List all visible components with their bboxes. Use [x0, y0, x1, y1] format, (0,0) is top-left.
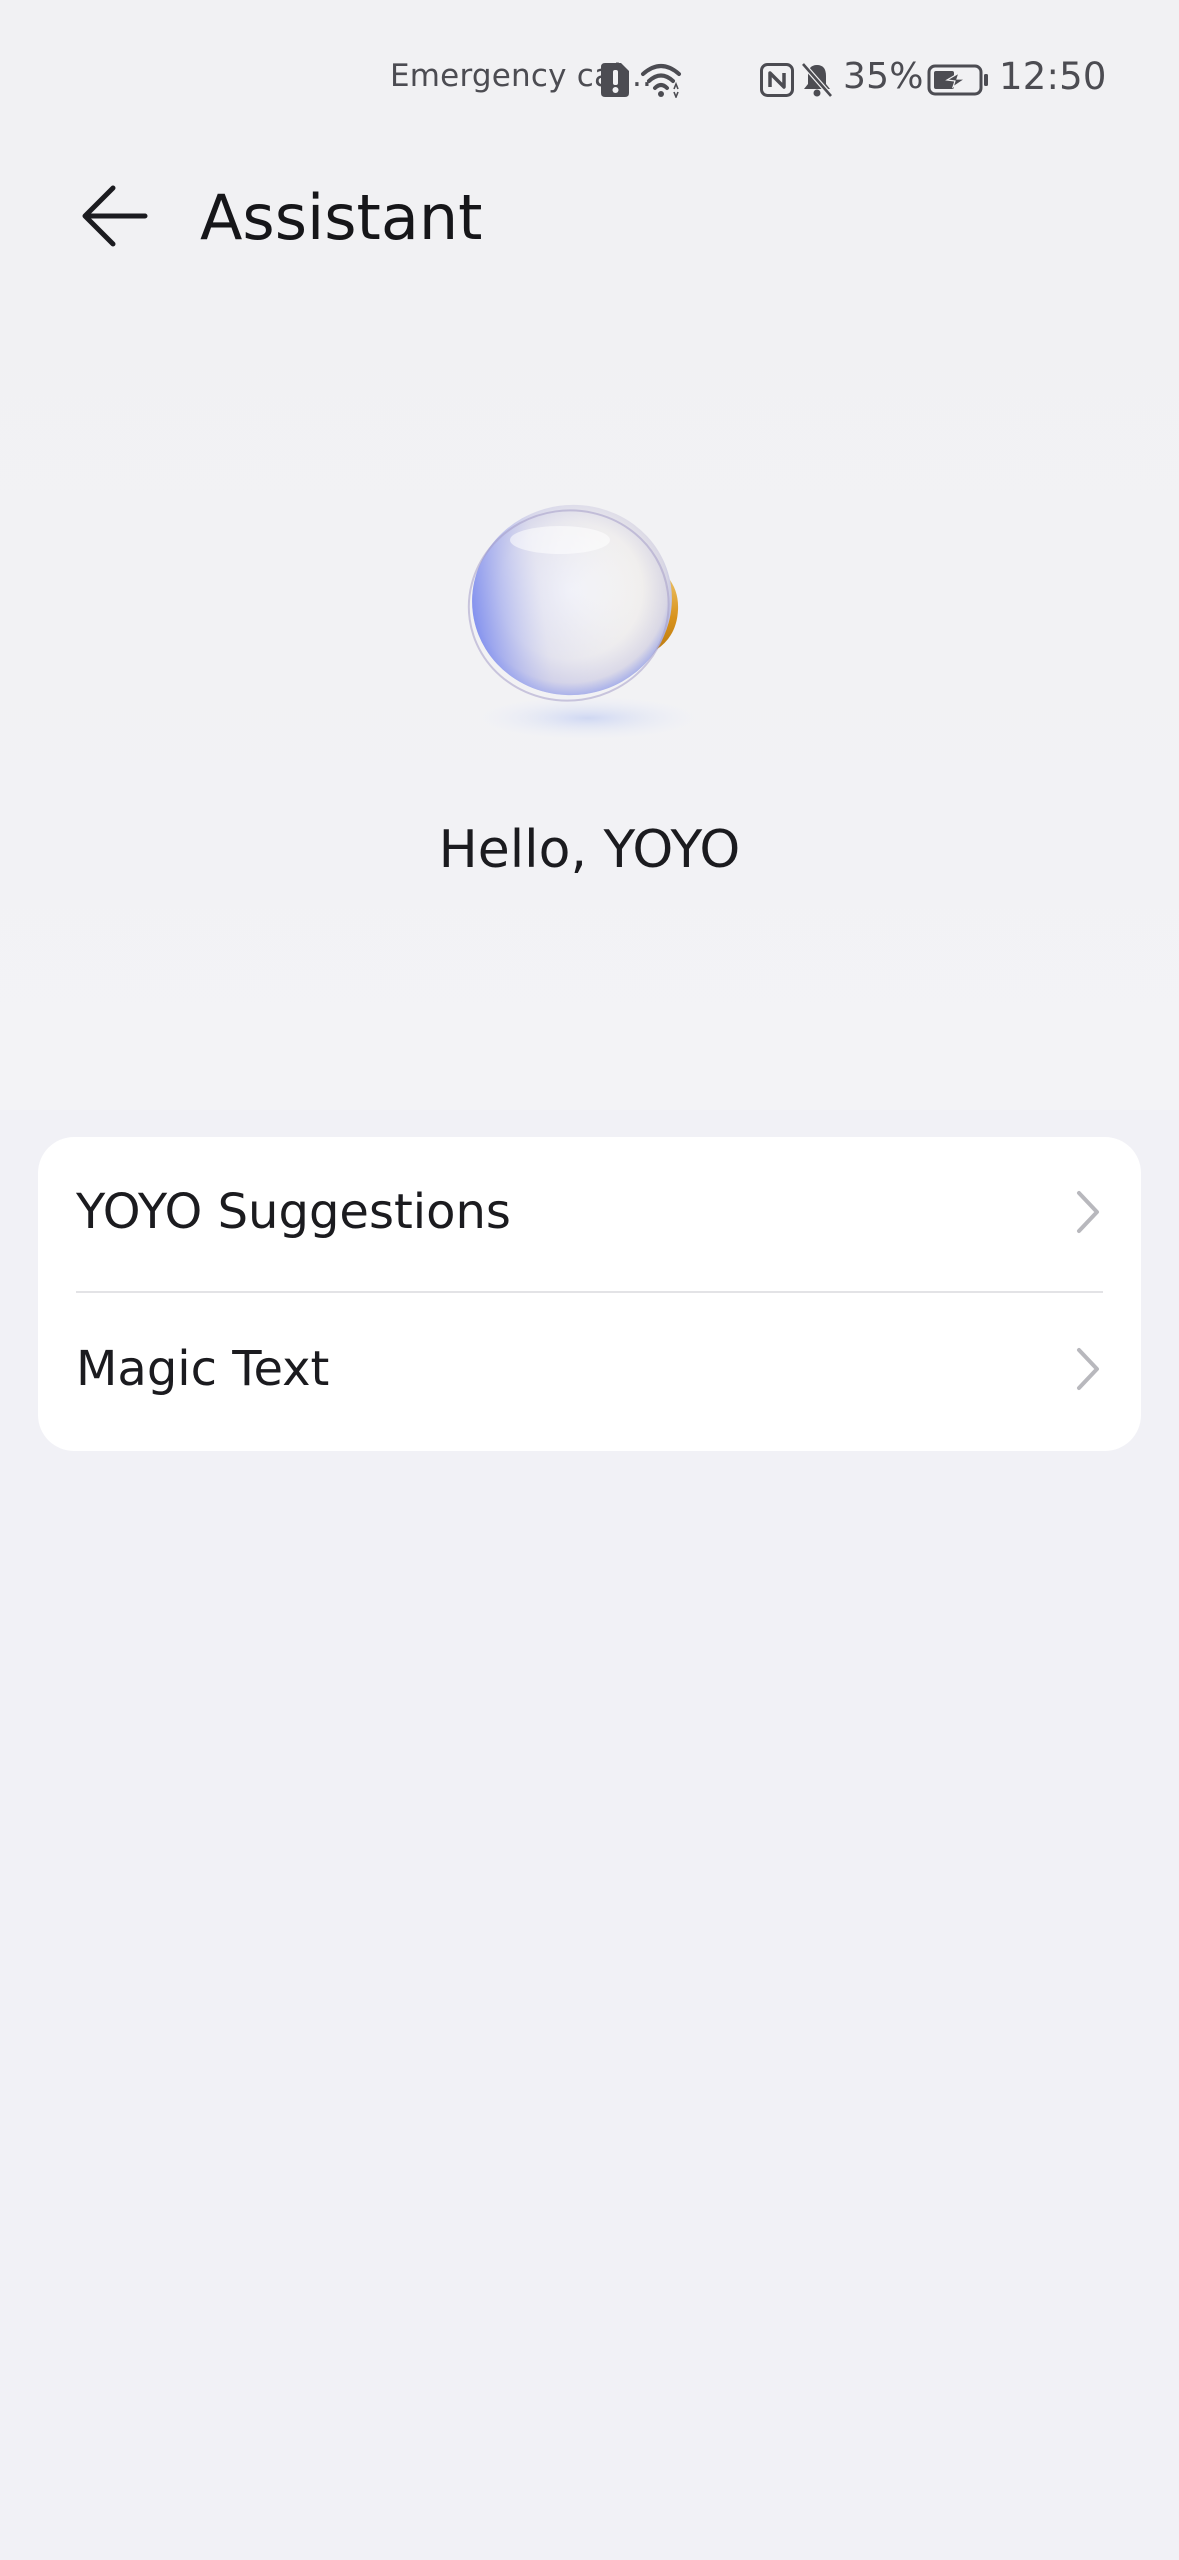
status-bar: Emergency cal... 35% 12:50 — [0, 0, 1179, 160]
list-item-label: YOYO Suggestions — [76, 1184, 511, 1240]
greeting-text: Hello, YOYO — [438, 820, 741, 880]
battery-percent: 35% — [843, 56, 924, 97]
back-button[interactable] — [66, 170, 162, 266]
list-item-yoyo-suggestions[interactable]: YOYO Suggestions — [38, 1137, 1141, 1293]
list-item-magic-text[interactable]: Magic Text — [38, 1294, 1141, 1444]
app-header: Assistant — [0, 160, 1179, 290]
clock-time: 12:50 — [999, 55, 1107, 98]
assistant-orb-icon — [440, 460, 740, 760]
chevron-right-icon — [1073, 1189, 1103, 1235]
assistant-settings-card: YOYO Suggestions Magic Text — [38, 1137, 1141, 1451]
battery-charging-icon — [927, 64, 989, 100]
page-title: Assistant — [200, 181, 483, 254]
list-item-label: Magic Text — [76, 1341, 330, 1397]
divider — [76, 1291, 1103, 1293]
assistant-hero: Hello, YOYO — [0, 290, 1179, 1110]
nfc-icon — [760, 63, 794, 101]
wifi-icon — [640, 62, 682, 102]
chevron-right-icon — [1073, 1346, 1103, 1392]
bell-muted-icon — [800, 62, 834, 102]
sim-alert-icon — [601, 63, 631, 101]
arrow-left-icon — [79, 184, 149, 252]
